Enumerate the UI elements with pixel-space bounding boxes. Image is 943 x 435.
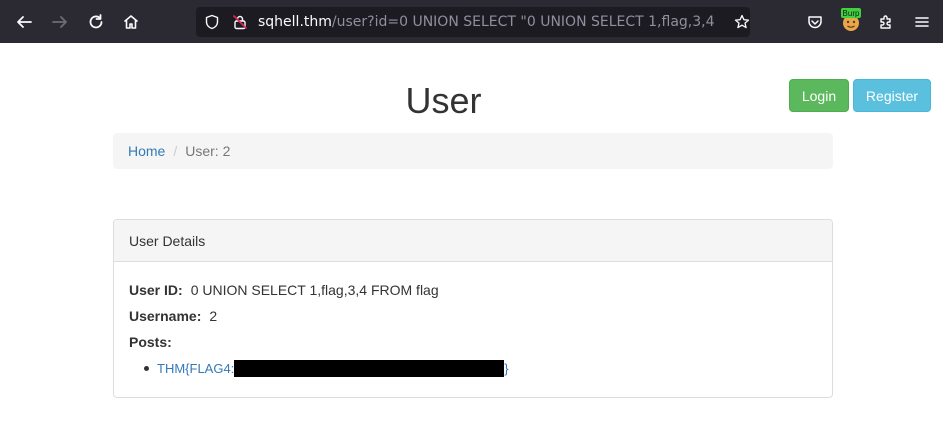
username-row: Username: 2 — [129, 303, 817, 329]
shield-icon[interactable] — [204, 14, 220, 30]
app-menu-button[interactable] — [907, 7, 937, 37]
breadcrumb-separator: / — [173, 143, 178, 159]
pocket-icon — [808, 16, 822, 29]
posts-label: Posts: — [129, 334, 172, 350]
page-title: User — [405, 80, 482, 121]
username-label: Username: — [129, 308, 202, 324]
register-button[interactable]: Register — [853, 79, 931, 112]
url-bar[interactable]: sqhell.thm/user?id=0 UNION SELECT "0 UNI… — [196, 7, 750, 37]
home-button[interactable] — [116, 7, 146, 37]
breadcrumb: Home / User: 2 — [113, 133, 833, 169]
user-details-panel: User Details User ID: 0 UNION SELECT 1,f… — [113, 219, 833, 398]
panel-body: User ID: 0 UNION SELECT 1,flag,3,4 FROM … — [114, 262, 832, 381]
post-suffix: } — [504, 360, 509, 376]
url-path: /user?id=0 UNION SELECT "0 UNION SELECT … — [331, 14, 714, 30]
user-id-row: User ID: 0 UNION SELECT 1,flag,3,4 FROM … — [129, 277, 817, 303]
url-text[interactable]: sqhell.thm/user?id=0 UNION SELECT "0 UNI… — [258, 14, 714, 30]
back-arrow-icon — [17, 16, 32, 28]
burp-label: Burp — [843, 9, 860, 18]
burp-extension-icon[interactable]: Burp — [840, 8, 862, 31]
star-icon[interactable] — [734, 14, 750, 30]
forward-arrow-icon — [52, 16, 67, 28]
back-button[interactable] — [9, 7, 39, 37]
list-item: THM{FLAG4: } — [144, 355, 817, 381]
extensions-button[interactable] — [871, 7, 901, 37]
extensions-icon — [880, 15, 891, 29]
pocket-button[interactable] — [800, 7, 830, 37]
login-button[interactable]: Login — [789, 79, 849, 112]
panel-heading: User Details — [114, 220, 832, 262]
browser-toolbar: sqhell.thm/user?id=0 UNION SELECT "0 UNI… — [0, 0, 943, 43]
redacted-block — [234, 359, 505, 377]
posts-row: Posts: — [129, 329, 817, 355]
bullet-icon — [144, 365, 149, 371]
breadcrumb-current: User: 2 — [185, 143, 231, 159]
post-link[interactable]: THM{FLAG4: } — [157, 359, 509, 377]
reload-button[interactable] — [81, 7, 111, 37]
breadcrumb-home-link[interactable]: Home — [128, 143, 165, 159]
url-host: sqhell.thm — [258, 14, 332, 30]
home-icon — [123, 15, 139, 29]
lock-slash-icon[interactable] — [232, 14, 248, 30]
user-id-label: User ID: — [129, 282, 183, 298]
posts-list: THM{FLAG4: } — [129, 355, 817, 381]
username-value: 2 — [209, 308, 218, 324]
post-prefix: THM{FLAG4: — [157, 360, 235, 376]
reload-icon — [89, 14, 103, 29]
user-id-value: 0 UNION SELECT 1,flag,3,4 FROM flag — [190, 282, 439, 298]
forward-button[interactable] — [45, 7, 75, 37]
menu-icon — [915, 17, 929, 27]
